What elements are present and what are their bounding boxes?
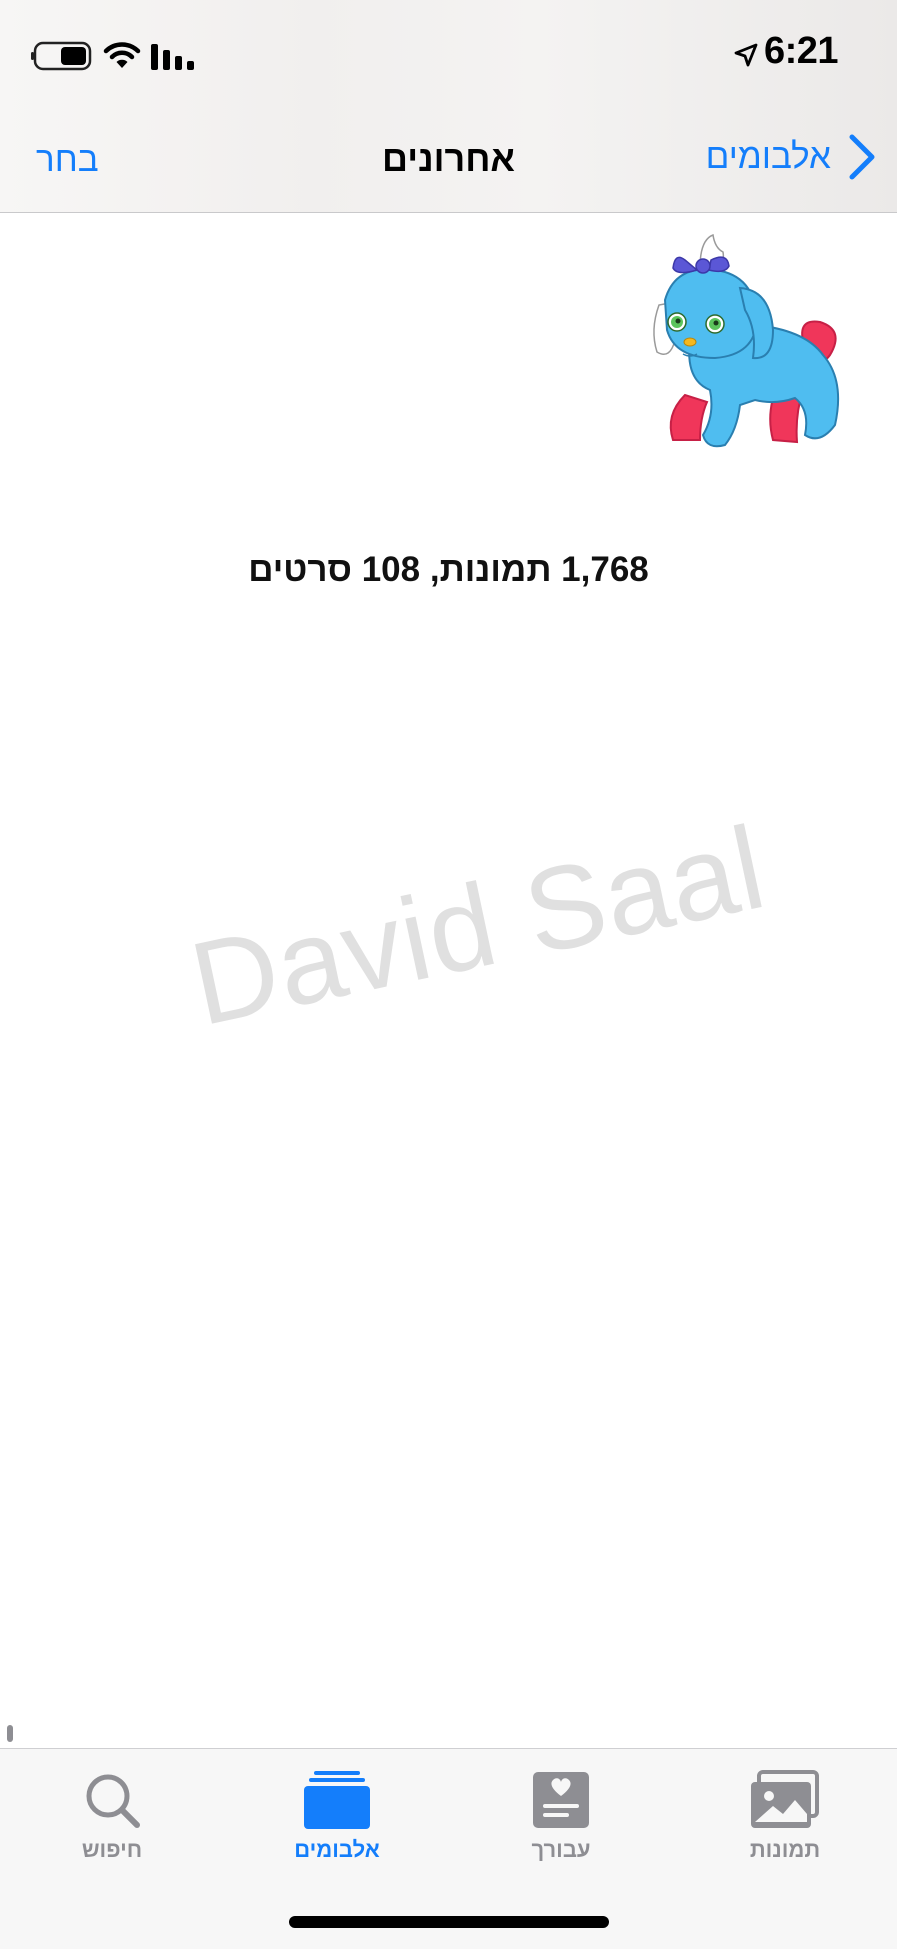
chevron-right-icon: [849, 134, 875, 180]
photos-app-screen: 6:21 בחר אחרונים אלבומים 1,768 תמונות, 1…: [0, 0, 897, 1949]
tab-for-you-label: עבורך: [531, 1837, 591, 1862]
status-bar: 6:21: [0, 0, 897, 110]
tab-search-label: חיפוש: [81, 1837, 143, 1862]
tab-search[interactable]: חיפוש: [32, 1765, 192, 1875]
back-button-label: אלבומים: [705, 137, 831, 176]
tab-photos-label: תמונות: [749, 1837, 821, 1862]
header-area: 6:21 בחר אחרונים אלבומים: [0, 0, 897, 213]
for-you-icon: [533, 1772, 589, 1828]
wifi-icon: [103, 42, 141, 68]
photo-thumbnail[interactable]: [645, 230, 855, 480]
signal-icon: [151, 44, 194, 70]
photos-icon: [751, 1770, 819, 1828]
tab-photos[interactable]: תמונות: [705, 1765, 865, 1875]
search-icon: [86, 1774, 140, 1828]
tab-for-you[interactable]: עבורך: [481, 1765, 641, 1875]
scroll-indicator[interactable]: [7, 1725, 13, 1742]
status-time: 6:21: [764, 30, 839, 72]
watermark: David Saal: [180, 801, 776, 1052]
navigation-bar: בחר אחרונים אלבומים: [0, 110, 897, 212]
battery-icon: [31, 41, 92, 71]
home-indicator[interactable]: [289, 1916, 609, 1928]
photo-count-label: 1,768 תמונות, 108 סרטים: [248, 550, 649, 589]
tab-albums[interactable]: אלבומים: [257, 1765, 417, 1875]
back-button[interactable]: אלבומים: [706, 132, 877, 182]
location-arrow-icon: [734, 43, 758, 67]
albums-icon: [304, 1771, 370, 1829]
tab-albums-label: אלבומים: [294, 1837, 380, 1862]
